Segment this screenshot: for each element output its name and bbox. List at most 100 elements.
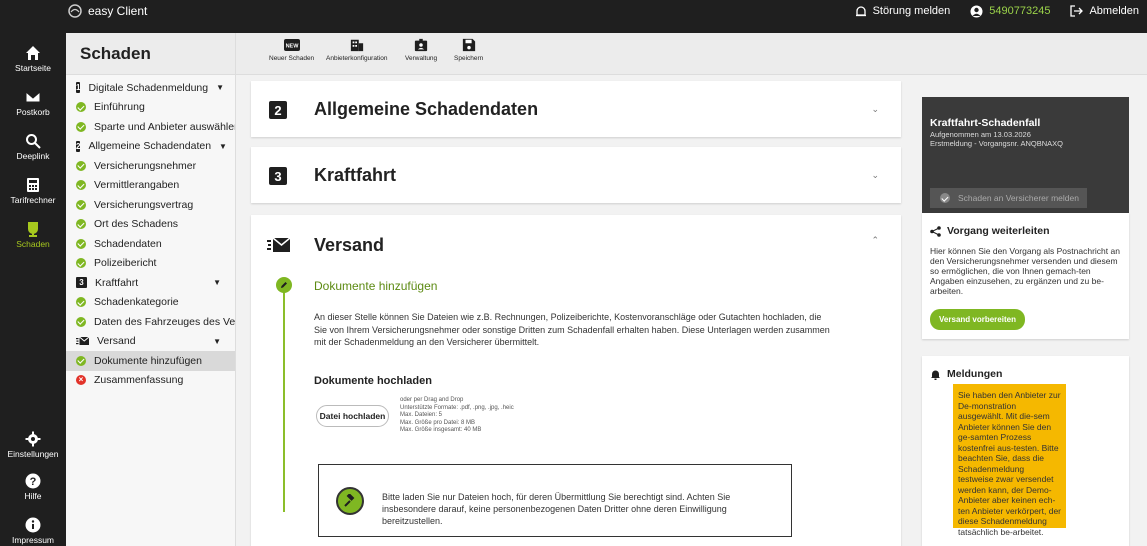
- admin-label: Verwaltung: [405, 55, 438, 62]
- claim-nav-item[interactable]: Ort des Schadens: [66, 215, 235, 235]
- caret-down-icon[interactable]: ▼: [213, 337, 221, 346]
- admin-button[interactable]: Verwaltung: [405, 38, 437, 62]
- app-brand: easy Client: [68, 0, 147, 22]
- claim-nav-item[interactable]: Versicherungsvertrag: [66, 195, 235, 215]
- check-circle-icon: [76, 199, 86, 210]
- error-icon: ×: [76, 375, 86, 386]
- claim-nav-item[interactable]: 2 Allgemeine Schadendaten ▼: [66, 137, 235, 157]
- claim-nav-item[interactable]: Vermittlerangaben: [66, 176, 235, 196]
- new-claim-button[interactable]: NEW Neuer Schaden: [269, 38, 314, 62]
- calculator-icon: [27, 178, 39, 192]
- claim-nav-item[interactable]: Schadendaten: [66, 234, 235, 254]
- forward-case-card: Vorgang weiterleiten Hier können Sie den…: [922, 213, 1129, 339]
- upload-hint: Max. Dateien: 5: [400, 412, 443, 418]
- rail-label: Tarifrechner: [10, 195, 56, 205]
- claim-nav-item[interactable]: Polizeibericht: [66, 254, 235, 274]
- claim-summary-card: Kraftfahrt-Schadenfall Aufgenommen am 13…: [922, 97, 1129, 218]
- claim-nav-item[interactable]: Dokumente hinzufügen: [66, 351, 235, 371]
- top-bar: easy Client Störung melden 5490773245 Ab…: [0, 0, 1147, 33]
- claim-title: Kraftfahrt-Schadenfall: [930, 117, 1041, 129]
- rail-item-tarifrechner[interactable]: Tarifrechner: [0, 177, 66, 205]
- section-card-versand: Versand ⌃ Dokumente hinzufügen An dieser…: [251, 215, 901, 546]
- section-card-allgemeine-schadendaten[interactable]: 2 Allgemeine Schadendaten ⌄: [251, 81, 901, 137]
- upload-hint: oder per Drag and Drop: [400, 397, 464, 403]
- save-icon: [462, 38, 475, 52]
- chevron-down-icon: ⌄: [871, 170, 879, 180]
- rail-item-schaden[interactable]: Schaden: [0, 221, 66, 249]
- check-circle-icon: [76, 180, 86, 191]
- upload-hint: Unterstützte Formate: .pdf, .png, .jpg, …: [400, 404, 514, 411]
- search-icon: [26, 134, 41, 149]
- claim-nav-item-label: Vermittlerangaben: [94, 179, 180, 192]
- caret-down-icon[interactable]: ▼: [216, 83, 224, 92]
- claim-nav-item-label: Allgemeine Schadendaten: [88, 140, 212, 153]
- claim-nav-item-label: Versicherungsnehmer: [94, 159, 197, 172]
- section-number: 2: [269, 101, 287, 119]
- claim-meta: Aufgenommen am 13.03.2026 Erstmeldung - …: [930, 130, 1063, 148]
- claim-nav-item-label: Versand: [97, 335, 136, 348]
- rail-item-impressum[interactable]: Impressum: [0, 517, 66, 545]
- prepare-shipping-button[interactable]: Versand vorbereiten: [930, 309, 1025, 330]
- claim-nav-item-label: Ort des Schadens: [94, 218, 179, 231]
- claim-nav-item[interactable]: × Zusammenfassung: [66, 371, 235, 391]
- app-title: easy Client: [88, 4, 148, 18]
- upload-file-button[interactable]: Datei hochladen: [316, 405, 389, 427]
- section-number: 3: [269, 167, 287, 185]
- pencil-icon: [276, 277, 292, 293]
- chevron-up-icon[interactable]: ⌃: [871, 235, 879, 246]
- messages-card: Meldungen Sie haben den Anbieter zur De-…: [922, 356, 1129, 546]
- claim-nav-item[interactable]: Daten des Fahrzeuges des Ver...: [66, 312, 235, 332]
- upload-hint: Max. Größe insgesamt: 40 MB: [400, 427, 482, 433]
- check-circle-icon: [940, 193, 950, 203]
- svg-text:NEW: NEW: [285, 44, 299, 50]
- caret-down-icon[interactable]: ▼: [213, 278, 221, 287]
- claim-nav-item-label: Daten des Fahrzeuges des Ver...: [94, 315, 235, 328]
- logout-link[interactable]: Abmelden: [1070, 5, 1139, 17]
- help-icon: ?: [25, 473, 41, 489]
- claim-nav-item[interactable]: 1 Digitale Schadenmeldung ▼: [66, 78, 235, 98]
- chevron-down-icon: ⌄: [871, 104, 879, 114]
- messages-title: Meldungen: [947, 368, 1003, 380]
- save-button[interactable]: Speichern: [454, 38, 483, 62]
- rail-item-einstellungen[interactable]: Einstellungen: [0, 431, 66, 459]
- caret-down-icon[interactable]: ▼: [219, 142, 227, 151]
- claim-nav-item[interactable]: Sparte und Anbieter auswählen: [66, 117, 235, 137]
- building-icon: [350, 39, 363, 52]
- provider-config-button[interactable]: Anbieterkonfiguration: [326, 38, 387, 62]
- main-content: 2 Allgemeine Schadendaten ⌄ 3 Kraftfahrt…: [236, 75, 908, 546]
- claim-nav-item-label: Zusammenfassung: [94, 374, 184, 387]
- claim-nav: Schaden 1 Digitale Schadenmeldung ▼ Einführ…: [66, 33, 236, 546]
- claim-recorded-date: Aufgenommen am 13.03.2026: [930, 130, 1031, 139]
- check-circle-icon: [76, 219, 86, 230]
- demo-provider-warning: Sie haben den Anbieter zur De-monstratio…: [953, 384, 1066, 537]
- check-circle-icon: [76, 238, 86, 249]
- rail-item-deeplink[interactable]: Deeplink: [0, 133, 66, 161]
- check-circle-icon: [76, 121, 86, 132]
- forward-case-text: Hier können Sie den Vorgang als Postnach…: [930, 246, 1120, 296]
- section-number-badge: 1: [76, 82, 81, 94]
- upload-heading: Dokumente hochladen: [314, 375, 432, 387]
- provider-config-label: Anbieterkonfiguration: [326, 55, 388, 62]
- umbrella-icon: [28, 222, 38, 237]
- send-mail-icon: [267, 237, 291, 252]
- claim-nav-item[interactable]: 3 Kraftfahrt ▼: [66, 273, 235, 293]
- claim-nav-item[interactable]: Schadenkategorie: [66, 293, 235, 313]
- hammer-icon: [336, 487, 364, 515]
- rail-item-postkorb[interactable]: Postkorb: [0, 89, 66, 117]
- claim-reference: Erstmeldung - Vorgangsnr. ANQBNAXQ: [930, 139, 1063, 148]
- rail-item-hilfe[interactable]: ? Hilfe: [0, 473, 66, 501]
- privacy-notice-text: Bitte laden Sie nur Dateien hoch, für de…: [382, 492, 731, 526]
- claim-nav-item[interactable]: Einführung: [66, 98, 235, 118]
- section-card-kraftfahrt[interactable]: 3 Kraftfahrt ⌄: [251, 147, 901, 203]
- right-sidebar: Kraftfahrt-Schadenfall Aufgenommen am 13…: [908, 75, 1147, 546]
- report-issue-link[interactable]: Störung melden: [855, 5, 950, 17]
- user-account-link[interactable]: 5490773245: [970, 5, 1050, 18]
- rail-item-startseite[interactable]: Startseite: [0, 45, 66, 73]
- claim-nav-item[interactable]: Versand ▼: [66, 332, 235, 352]
- check-circle-icon: [76, 102, 86, 113]
- user-icon: [970, 5, 983, 17]
- claim-nav-item[interactable]: Versicherungsnehmer: [66, 156, 235, 176]
- report-to-insurer-button[interactable]: Schaden an Versicherer melden: [930, 188, 1087, 208]
- home-icon: [26, 46, 40, 60]
- logout-label: Abmelden: [1089, 5, 1139, 17]
